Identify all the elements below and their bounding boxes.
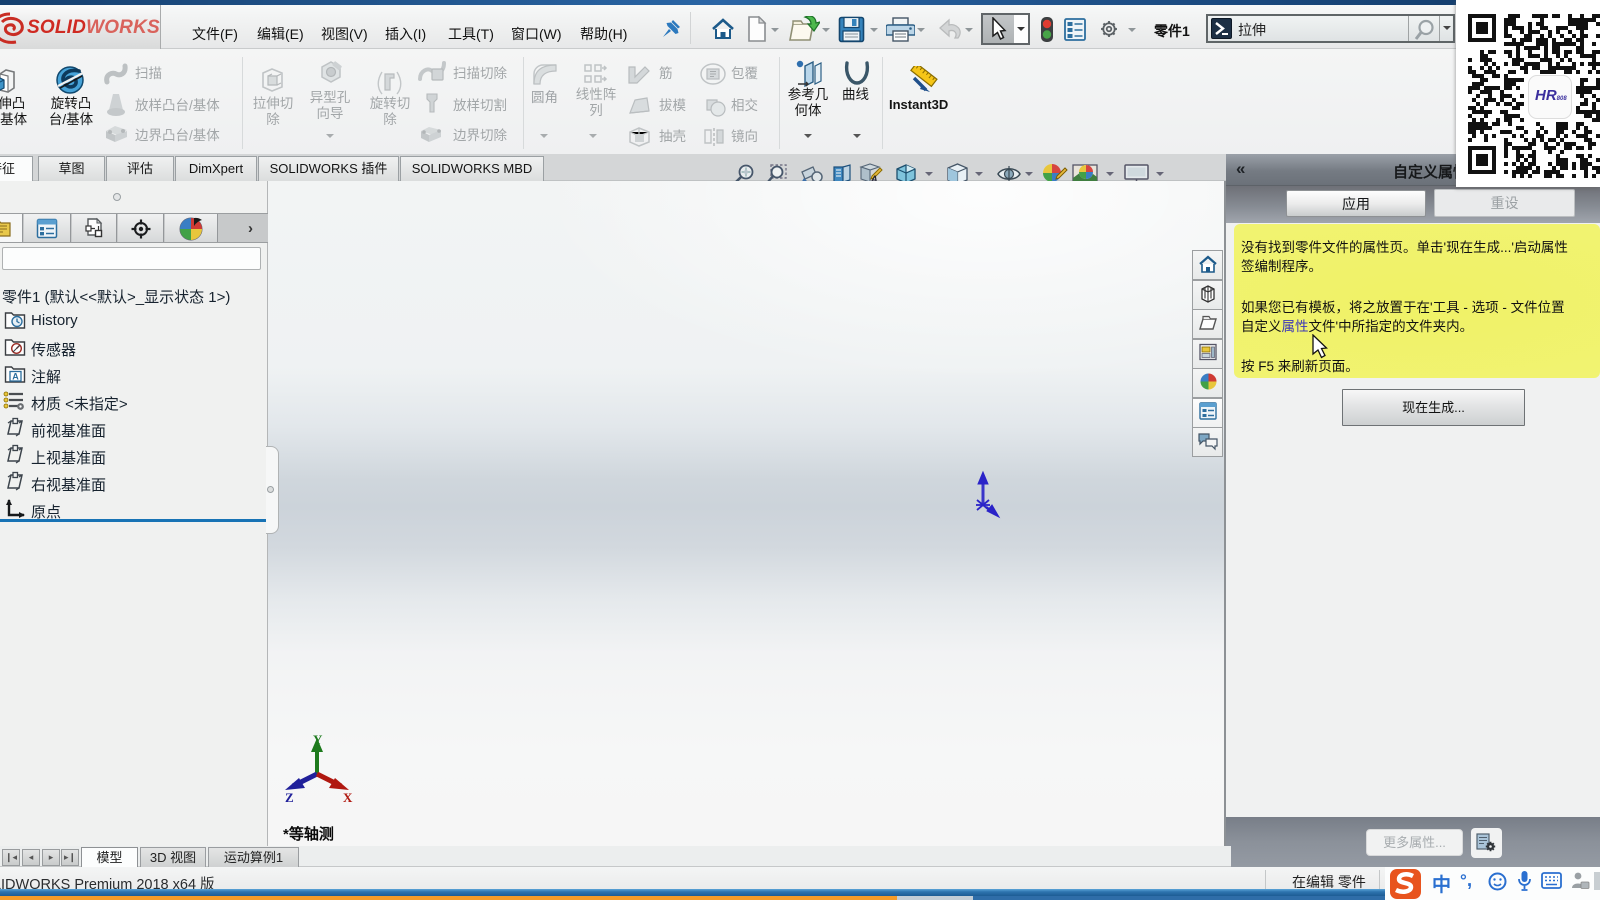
svg-text:Y: Y xyxy=(313,732,323,747)
svg-text:Z: Z xyxy=(285,790,294,802)
svg-text:X: X xyxy=(343,790,353,802)
svg-text:A: A xyxy=(12,372,19,382)
